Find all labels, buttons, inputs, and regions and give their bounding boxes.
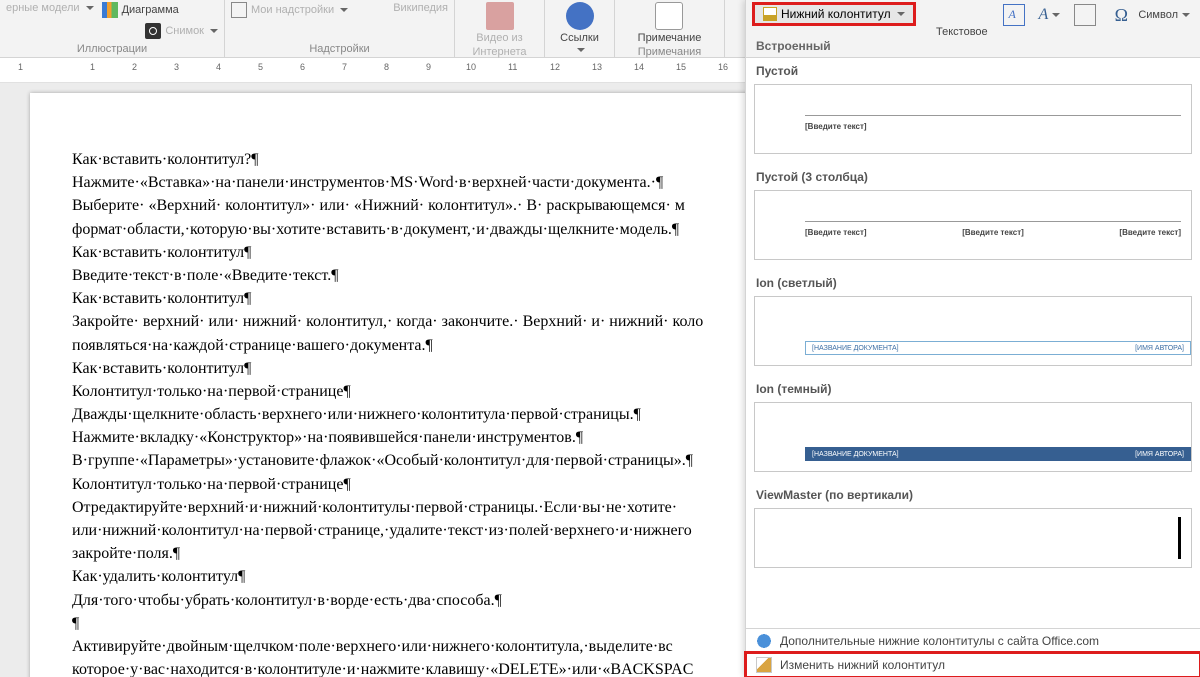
symbol-icon[interactable]: Ω [1110,4,1132,26]
doc-line[interactable]: Колонтитул·только·на·первой·странице¶ [72,380,708,403]
doc-line[interactable]: Нажмите·«Вставка»·на·панели·инструментов… [72,171,708,194]
footer-more-label: Дополнительные нижние колонтитулы с сайт… [780,634,1099,648]
footer-button-label: Нижний колонтитул [781,7,891,21]
gallery-section-empty: Пустой [746,58,1200,82]
gallery-section-viewmaster: ViewMaster (по вертикали) [746,482,1200,506]
preview-placeholder: [Введите текст] [1119,228,1181,237]
doc-line[interactable]: Как·удалить·колонтитул¶ [72,565,708,588]
doc-line[interactable]: Как·вставить·колонтитул¶ [72,357,708,380]
doc-line[interactable]: или·нижний·колонтитул·на·первой·странице… [72,519,708,542]
models-button[interactable]: ерные модели [6,2,94,14]
my-addins-button[interactable]: Мои надстройки [231,2,348,18]
group-label-addins: Надстройки [231,41,448,55]
preview-author: [ИМЯ АВТОРА] [1135,345,1184,352]
doc-line[interactable]: Введите·текст·в·поле·«Введите·текст.¶ [72,264,708,287]
chevron-down-icon [897,12,905,20]
builtin-header: Встроенный [756,39,831,53]
gallery-header: Нижний колонтитул A ΩСимвол Текстовое Вс… [746,0,1200,58]
right-ribbon-icons: A ΩСимвол [1003,4,1190,26]
doc-line[interactable]: формат·области,·которую·вы·хотите·встави… [72,218,708,241]
document-area[interactable]: Как·вставить·колонтитул?¶ Нажмите·«Встав… [0,83,745,677]
preview-author: [ИМЯ АВТОРА] [1135,451,1184,458]
group-label-illustrations: Иллюстрации [6,41,218,55]
doc-line[interactable]: Отредактируйте·верхний·и·нижний·колонтит… [72,496,708,519]
gallery-item-viewmaster[interactable] [754,508,1192,568]
gallery-item-empty3[interactable]: [Введите текст] [Введите текст] [Введите… [754,190,1192,260]
link-icon [566,2,594,30]
doc-line[interactable]: ¶ [72,612,708,635]
chevron-down-icon [86,6,94,14]
footer-icon [763,7,777,21]
internet-video-button[interactable]: Видео из Интернета [469,2,531,58]
edit-footer-button[interactable]: Изменить нижний колонтитул [746,653,1200,677]
gallery-item-empty[interactable]: [Введите текст] [754,84,1192,154]
ribbon-group-links: Ссылки [545,0,615,57]
doc-line[interactable]: Выберите· «Верхний· колонтитул»· или· «Н… [72,194,708,217]
globe-icon [756,633,772,649]
ribbon-group-comments: Примечание Примечания [615,0,725,57]
chevron-down-icon [1182,13,1190,21]
comment-icon [655,2,683,30]
dropcap-icon[interactable]: A [1039,6,1049,24]
doc-line[interactable]: В·группе·«Параметры»·установите·флажок·«… [72,449,708,472]
edit-icon [756,657,772,673]
preview-doc-title: [НАЗВАНИЕ ДОКУМЕНТА] [812,451,899,458]
gallery-section-empty3: Пустой (3 столбца) [746,164,1200,188]
doc-line[interactable]: появляться·на·каждой·странице·вашего·док… [72,334,708,357]
doc-line[interactable]: Как·вставить·колонтитул?¶ [72,148,708,171]
wikipedia-button[interactable]: Википедия [393,2,448,14]
chevron-down-icon [210,29,218,37]
gallery-footer: Дополнительные нижние колонтитулы с сайт… [746,628,1200,677]
links-button[interactable]: Ссылки [555,2,605,54]
camera-icon [145,23,161,39]
doc-line[interactable]: Колонтитул·только·на·первой·странице¶ [72,473,708,496]
chart-button[interactable]: Диаграмма [102,2,179,18]
comment-button[interactable]: Примечание [634,2,706,44]
doc-line[interactable]: которое·у·вас·находится·в·колонтитуле·и·… [72,658,708,677]
footer-edit-label: Изменить нижний колонтитул [780,658,945,672]
chevron-down-icon [1052,13,1060,21]
preview-doc-title: [НАЗВАНИЕ ДОКУМЕНТА] [812,345,899,352]
ribbon-group-multimedia: Видео из Интернета Мультимедиа [455,0,545,57]
doc-line[interactable]: Как·вставить·колонтитул¶ [72,241,708,264]
video-icon [486,2,514,30]
textbox-icon[interactable] [1003,4,1025,26]
preview-placeholder: [Введите текст] [805,228,867,237]
more-footers-button[interactable]: Дополнительные нижние колонтитулы с сайт… [746,629,1200,653]
doc-line[interactable]: Активируйте·двойным·щелчком·поле·верхнег… [72,635,708,658]
doc-line[interactable]: Дважды·щелкните·область·верхнего·или·ниж… [72,403,708,426]
date-icon[interactable] [1074,4,1096,26]
footer-dropdown-button[interactable]: Нижний колонтитул [754,4,914,24]
gallery-section-ion-dark: Ion (темный) [746,376,1200,400]
preview-placeholder: [Введите текст] [805,122,867,131]
viewmaster-bar-icon [1178,517,1181,559]
doc-line[interactable]: Для·того·чтобы·убрать·колонтитул·в·ворде… [72,589,708,612]
chart-icon [102,2,118,18]
group-label-comments: Примечания [621,44,718,58]
footer-gallery-panel: Нижний колонтитул A ΩСимвол Текстовое Вс… [745,0,1200,677]
ribbon-group-addins: Мои надстройки Википедия Надстройки [225,0,455,57]
gallery-scroll[interactable]: Пустой [Введите текст] Пустой (3 столбца… [746,58,1200,628]
doc-line[interactable]: Нажмите·вкладку·«Конструктор»·на·появивш… [72,426,708,449]
chevron-down-icon [577,48,585,56]
chevron-down-icon [340,8,348,16]
gallery-section-ion-light: Ion (светлый) [746,270,1200,294]
doc-line[interactable]: закройте·поля.¶ [72,542,708,565]
gallery-item-ion-light[interactable]: [НАЗВАНИЕ ДОКУМЕНТА] [ИМЯ АВТОРА] [754,296,1192,366]
preview-placeholder: [Введите текст] [962,228,1024,237]
page[interactable]: Как·вставить·колонтитул?¶ Нажмите·«Встав… [30,93,745,677]
gallery-item-ion-dark[interactable]: [НАЗВАНИЕ ДОКУМЕНТА] [ИМЯ АВТОРА] [754,402,1192,472]
ribbon-group-illustrations: ерные модели Диаграмма Снимок Иллюстраци… [0,0,225,57]
doc-line[interactable]: Закройте· верхний· или· нижний· колонтит… [72,310,708,333]
addin-icon [231,2,247,18]
screenshot-button[interactable]: Снимок [145,23,218,39]
textbox-label: Текстовое [936,26,988,38]
doc-line[interactable]: Как·вставить·колонтитул¶ [72,287,708,310]
